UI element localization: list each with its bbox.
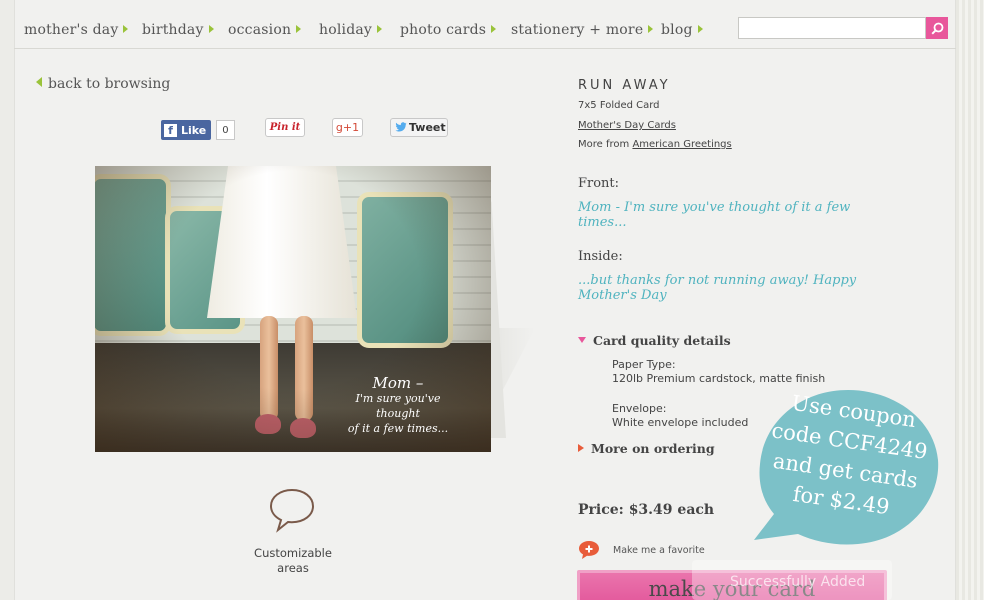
nav-label: occasion [228, 22, 292, 38]
nav-item-birthday[interactable]: birthday [142, 22, 214, 38]
facebook-like-widget[interactable]: f Like 0 [161, 120, 235, 140]
favorite-icon[interactable] [578, 540, 602, 560]
nav-label: mother's day [24, 22, 119, 38]
category-link-label: Mother's Day Cards [578, 120, 676, 131]
right-decor-strip [956, 0, 984, 600]
card-art-line1: Mom – [372, 374, 424, 392]
price: Price: $3.49 each [578, 502, 715, 518]
front-label: Front: [578, 176, 620, 191]
triangle-right-icon [578, 444, 584, 452]
triangle-down-icon [578, 337, 586, 343]
tweet-label: Tweet [409, 121, 446, 134]
nav-item-stationery[interactable]: stationery + more [511, 22, 654, 38]
brand-link[interactable]: American Greetings [632, 139, 731, 150]
coupon-message: Use coupon code CCF4249 and get cards fo… [753, 384, 943, 527]
more-on-ordering-label: More on ordering [591, 441, 715, 456]
google-plus-icon: g [335, 121, 343, 134]
tweet-button[interactable]: Tweet [390, 118, 448, 137]
facebook-icon: f [164, 123, 177, 137]
twitter-bird-icon [395, 122, 407, 132]
gplus-label: +1 [342, 121, 360, 134]
card-art-line2: I'm sure you've thought [355, 392, 441, 420]
envelope-value: White envelope included [612, 416, 749, 429]
paper-type-label: Paper Type: [612, 358, 676, 371]
chevron-right-icon [123, 25, 129, 33]
card-art-message: Mom – I'm sure you've thought of it a fe… [333, 376, 463, 436]
top-nav: mother's day birthday occasion holiday p… [0, 0, 984, 50]
category-link[interactable]: Mother's Day Cards [578, 120, 676, 131]
facebook-like-button[interactable]: f Like [161, 120, 212, 140]
product-title: RUN AWAY [578, 78, 671, 93]
more-on-ordering-toggle[interactable]: More on ordering [578, 441, 715, 456]
nav-item-mothers-day[interactable]: mother's day [24, 22, 129, 38]
like-label: Like [181, 123, 207, 137]
nav-divider [14, 48, 956, 49]
back-link-label: back to browsing [48, 76, 171, 92]
chevron-right-icon [648, 25, 654, 33]
chevron-right-icon [296, 25, 302, 33]
card-quality-toggle[interactable]: Card quality details [578, 333, 731, 348]
product-format: 7x5 Folded Card [578, 100, 660, 111]
nav-item-blog[interactable]: blog [661, 22, 703, 38]
customizable-areas-label[interactable]: Customizable areas [243, 546, 343, 576]
chevron-left-icon [36, 77, 42, 87]
chevron-right-icon [377, 25, 383, 33]
like-count: 0 [216, 120, 235, 140]
more-from-prefix: More from [578, 139, 630, 150]
search-button[interactable] [926, 17, 948, 39]
success-overlay-text: Successfully Added [730, 574, 866, 590]
chevron-right-icon [491, 25, 497, 33]
card-quality-label: Card quality details [593, 333, 731, 348]
make-favorite-link[interactable]: Make me a favorite [613, 545, 705, 556]
nav-item-holiday[interactable]: holiday [319, 22, 383, 38]
nav-item-occasion[interactable]: occasion [228, 22, 302, 38]
chevron-right-icon [208, 25, 214, 33]
nav-item-photo-cards[interactable]: photo cards [400, 22, 497, 38]
chevron-right-icon [697, 25, 703, 33]
pinterest-button[interactable]: Pin it [265, 118, 305, 137]
back-to-browsing-link[interactable]: back to browsing [36, 76, 170, 92]
inside-label: Inside: [578, 249, 623, 264]
nav-label: holiday [319, 22, 373, 38]
inside-text: ...but thanks for not running away! Happ… [578, 273, 857, 303]
card-art-line3: of it a few times... [347, 422, 449, 435]
search-icon [930, 22, 943, 35]
google-plus-button[interactable]: g+1 [332, 118, 363, 137]
nav-label: blog [661, 22, 693, 38]
front-text: Mom - I'm sure you've thought of it a fe… [578, 200, 851, 230]
search-input[interactable] [738, 17, 926, 39]
nav-label: photo cards [400, 22, 487, 38]
nav-label: stationery + more [511, 22, 644, 38]
speech-bubble-icon[interactable] [268, 488, 316, 534]
envelope-label: Envelope: [612, 402, 667, 415]
more-from: More from American Greetings [578, 139, 732, 150]
card-front-image[interactable]: Mom – I'm sure you've thought of it a fe… [95, 166, 491, 452]
nav-label: birthday [142, 22, 204, 38]
